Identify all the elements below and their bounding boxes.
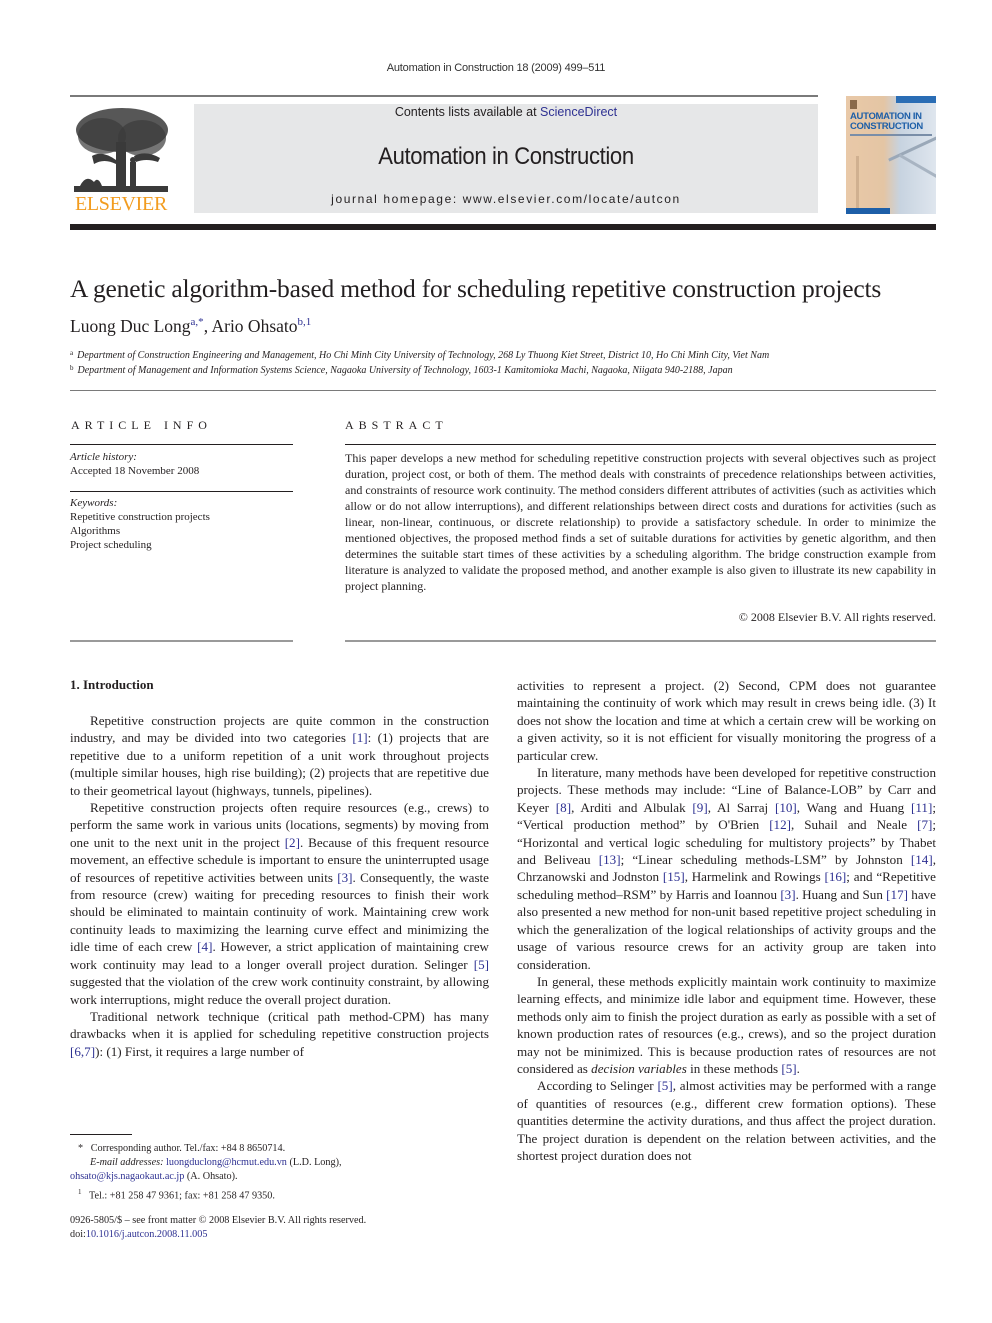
footnote-rule: [70, 1134, 132, 1135]
keywords-block: Keywords: Repetitive construction projec…: [70, 496, 293, 552]
journal-banner: Contents lists available at ScienceDirec…: [194, 104, 818, 213]
sciencedirect-link[interactable]: ScienceDirect: [540, 105, 617, 119]
elsevier-wordmark: ELSEVIER: [74, 193, 168, 215]
cover-footer-bar: [846, 208, 890, 214]
paragraph: In literature, many methods have been de…: [517, 765, 936, 972]
author-name: Luong Duc Long: [70, 316, 191, 336]
email-link[interactable]: ohsato@kjs.nagaokaut.ac.jp: [70, 1171, 184, 1182]
author-affiliation-marks[interactable]: b,1: [298, 316, 312, 328]
citation-link[interactable]: [3]: [780, 887, 795, 902]
citation-link[interactable]: [13]: [599, 852, 621, 867]
citation-link[interactable]: [12]: [769, 817, 791, 832]
elsevier-logo[interactable]: ELSEVIER: [70, 103, 172, 215]
citation-link[interactable]: [7]: [917, 817, 932, 832]
author-affiliation-marks[interactable]: a,*: [191, 316, 204, 328]
journal-homepage: journal homepage: www.elsevier.com/locat…: [331, 192, 681, 206]
affiliation: b Department of Management and Informatio…: [70, 364, 733, 376]
article-info-heading: ARTICLE INFO: [71, 418, 212, 432]
keyword: Repetitive construction projects: [70, 511, 210, 523]
article-history: Article history: Accepted 18 November 20…: [70, 451, 200, 477]
citation-link[interactable]: [10]: [775, 800, 797, 815]
cover-publisher-icon: [850, 100, 857, 109]
citation-link[interactable]: [2]: [285, 835, 300, 850]
abstract-rule: [345, 444, 936, 445]
citation-link[interactable]: [11]: [911, 800, 932, 815]
front-matter: 0926-5805/$ – see front matter © 2008 El…: [70, 1215, 367, 1241]
footnotes: * Corresponding author. Tel./fax: +84 8 …: [70, 1142, 489, 1203]
keyword: Project scheduling: [70, 539, 152, 551]
journal-cover-thumbnail[interactable]: AUTOMATION IN CONSTRUCTION: [846, 96, 936, 214]
footnote-1: 1 Tel.: +81 258 47 9361; fax: +81 258 47…: [78, 1187, 275, 1201]
citation-link[interactable]: [3]: [337, 870, 352, 885]
abstract-copyright: © 2008 Elsevier B.V. All rights reserved…: [738, 610, 936, 624]
citation-link[interactable]: [16]: [824, 869, 846, 884]
body-column-right: activities to represent a project. (2) S…: [517, 677, 936, 1164]
paragraph: According to Selinger [5], almost activi…: [517, 1078, 937, 1163]
footnote-emails-cont: ohsato@kjs.nagaokaut.ac.jp (A. Ohsato).: [70, 1171, 238, 1183]
citation-link[interactable]: [6,7]: [70, 1044, 95, 1059]
citation-link[interactable]: [1]: [352, 730, 367, 745]
citation-link[interactable]: [5]: [781, 1061, 796, 1076]
title-separator-rule: [70, 390, 936, 391]
paragraph: Repetitive construction projects are qui…: [70, 713, 489, 798]
keyword: Algorithms: [70, 525, 121, 537]
body-column-left: Repetitive construction projects are qui…: [70, 712, 489, 1060]
footnote-emails: E-mail addresses: luongduclong@hcmut.edu…: [90, 1157, 342, 1169]
header-heavy-rule: [70, 224, 936, 230]
paragraph: Repetitive construction projects often r…: [70, 800, 489, 1007]
email-link[interactable]: luongduclong@hcmut.edu.vn: [166, 1157, 287, 1168]
citation-link[interactable]: [15]: [663, 869, 685, 884]
journal-homepage-url[interactable]: www.elsevier.com/locate/autcon: [463, 192, 681, 206]
footnote-corresponding: * Corresponding author. Tel./fax: +84 8 …: [78, 1143, 286, 1154]
author-list: Luong Duc Longa,*, Ario Ohsatob,1: [70, 316, 312, 336]
affiliation: a Department of Construction Engineering …: [70, 349, 770, 361]
citation-link[interactable]: [5]: [657, 1078, 672, 1093]
contents-availability: Contents lists available at ScienceDirec…: [394, 105, 618, 119]
paragraph: In general, these methods explicitly mai…: [517, 973, 936, 1076]
paragraph: activities to represent a project. (2) S…: [517, 678, 936, 763]
journal-title: Automation in Construction: [378, 143, 634, 170]
cover-structure-graphic: [888, 133, 936, 162]
citation-link[interactable]: [8]: [556, 800, 571, 815]
cover-structure-graphic: [856, 156, 859, 214]
article-title: A genetic algorithm-based method for sch…: [70, 274, 882, 303]
cover-structure-graphic: [898, 153, 936, 182]
abstract-bottom-rule: [345, 640, 936, 642]
citation-link[interactable]: [14]: [911, 852, 933, 867]
cover-accent-bar: [896, 96, 936, 103]
section-heading: 1. Introduction: [70, 677, 154, 692]
abstract-text: This paper develops a new method for sch…: [345, 451, 936, 593]
citation-link[interactable]: [9]: [692, 800, 707, 815]
elsevier-tree-icon: [74, 108, 168, 192]
cover-title: AUTOMATION IN CONSTRUCTION: [850, 111, 923, 132]
journal-reference: Automation in Construction 18 (2009) 499…: [386, 62, 606, 74]
keywords-rule: [70, 491, 293, 492]
citation-link[interactable]: [5]: [474, 957, 489, 972]
article-info-rule: [70, 444, 293, 445]
citation-link[interactable]: [4]: [197, 939, 212, 954]
cover-subtitle-line: [850, 134, 932, 136]
author-name: Ario Ohsato: [211, 316, 298, 336]
header-top-rule: [70, 95, 818, 97]
doi-link[interactable]: 10.1016/j.autcon.2008.11.005: [86, 1229, 208, 1240]
article-info-bottom-rule: [70, 640, 293, 642]
citation-link[interactable]: [17]: [886, 887, 908, 902]
abstract-heading: ABSTRACT: [345, 418, 448, 432]
paragraph: Traditional network technique (critical …: [70, 1008, 489, 1059]
